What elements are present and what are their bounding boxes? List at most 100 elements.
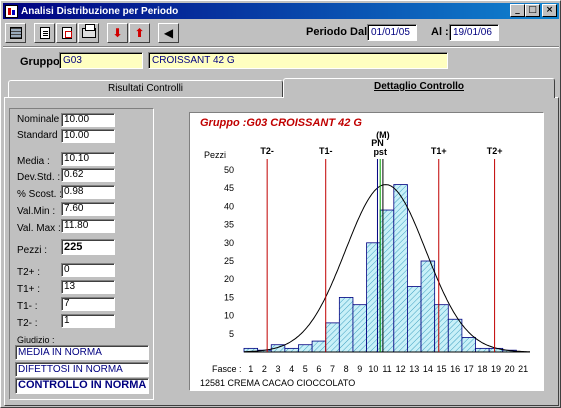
y-tick-label: 35 <box>224 220 234 230</box>
x-tick-label: 4 <box>289 364 294 374</box>
x-tick-label: 9 <box>357 364 362 374</box>
marker-label: T1- <box>319 146 333 156</box>
t2plus-label: T2+ : <box>17 267 41 278</box>
histogram-bar <box>366 242 381 353</box>
x-tick-label: 12 <box>396 364 406 374</box>
giudizio-media: MEDIA IN NORMA <box>15 345 149 360</box>
periodo-dal-label: Periodo Dal : <box>306 26 374 38</box>
exit-button[interactable]: ◀ <box>158 23 179 43</box>
histogram-bar <box>379 209 395 353</box>
histogram-bar <box>420 260 436 353</box>
marker-label: T1+ <box>431 146 447 156</box>
y-tick-label: 45 <box>224 183 234 193</box>
tab-risultati-controlli[interactable]: Risultati Controlli <box>8 80 283 98</box>
val-max-field: 11.80 <box>61 219 115 233</box>
gruppo-code-field[interactable]: G03 <box>59 52 143 69</box>
dev-std-label: Dev.Std. : <box>17 172 61 183</box>
app-window: Analisi Distribuzione per Periodo _ □ × … <box>0 0 561 408</box>
grid-view-button[interactable] <box>5 23 26 43</box>
maximize-button[interactable]: □ <box>525 4 540 17</box>
val-min-label: Val.Min : <box>17 206 56 217</box>
histogram-bar <box>325 322 340 353</box>
gruppo-description-field[interactable]: CROISSANT 42 G <box>148 52 448 69</box>
histogram-bar <box>461 337 476 353</box>
periodo-al-label: Al : <box>431 26 449 38</box>
marker-label: T2+ <box>487 146 503 156</box>
document-button[interactable] <box>34 23 55 43</box>
t1plus-field: 13 <box>61 280 115 294</box>
y-tick-label: 40 <box>224 201 234 211</box>
x-tick-label: 1 <box>248 364 253 374</box>
arrow-up-icon: ⬆ <box>134 26 145 40</box>
periodo-dal-field[interactable]: 01/01/05 <box>367 24 417 41</box>
giudizio-controllo: CONTROLLO IN NORMA <box>15 378 149 394</box>
media-label: Media : <box>17 156 50 167</box>
nominale-label: Nominale : <box>17 114 65 125</box>
x-tick-label: 14 <box>423 364 433 374</box>
histogram-bar <box>311 340 327 353</box>
move-up-button[interactable]: ⬆ <box>129 23 150 43</box>
media-field: 10.10 <box>61 152 115 166</box>
x-tick-label: 7 <box>330 364 335 374</box>
x-tick-label: 8 <box>344 364 349 374</box>
t1plus-label: T1+ : <box>17 284 41 295</box>
x-tick-label: 17 <box>464 364 474 374</box>
move-down-button[interactable]: ⬇ <box>107 23 128 43</box>
x-tick-label: 19 <box>491 364 501 374</box>
x-tick-label: 13 <box>409 364 419 374</box>
histogram-bar <box>352 304 367 353</box>
print-button[interactable] <box>78 23 99 43</box>
standard-label: Standard : <box>17 130 64 141</box>
report-icon <box>61 27 72 39</box>
minimize-button[interactable]: _ <box>510 4 525 17</box>
histogram-bar <box>284 347 299 353</box>
exit-icon: ◀ <box>163 26 174 40</box>
toolbar: ⬇ ⬆ ◀ <box>5 22 180 44</box>
marker-label: T2- <box>260 146 274 156</box>
pezzi-label: Pezzi : <box>17 245 48 256</box>
histogram-chart: Gruppo :G03 CROISSANT 42 G Pezzi 5 10 15 20 2… <box>189 112 544 391</box>
scost-label: % Scost. : <box>17 189 63 200</box>
x-axis-label: Fasce : <box>212 364 242 374</box>
x-tick-label: 2 <box>262 364 267 374</box>
t2plus-field: 0 <box>61 263 115 277</box>
periodo-al-field[interactable]: 19/01/06 <box>449 24 499 41</box>
histogram-bar <box>407 286 422 353</box>
x-tick-label: 10 <box>368 364 378 374</box>
x-tick-label: 6 <box>316 364 321 374</box>
standard-field: 10.00 <box>61 129 115 143</box>
x-tick-label: 20 <box>505 364 515 374</box>
y-tick-label: 10 <box>224 311 234 321</box>
grid-view-icon <box>9 27 22 39</box>
y-tick-label: 15 <box>224 292 234 302</box>
x-tick-label: 18 <box>477 364 487 374</box>
tab-dettaglio-controllo[interactable]: Dettaglio Controllo <box>283 78 555 98</box>
window-title: Analisi Distribuzione per Periodo <box>21 5 179 17</box>
report-button[interactable] <box>56 23 77 43</box>
divider <box>3 46 559 48</box>
val-max-label: Val. Max : <box>17 223 61 234</box>
scost-field: 0.98 <box>61 185 115 199</box>
x-tick-label: 16 <box>450 364 460 374</box>
app-icon <box>5 4 18 18</box>
x-tick-label: 15 <box>436 364 446 374</box>
marker-label: (M) <box>376 130 390 140</box>
histogram-bar <box>338 296 354 353</box>
printer-icon <box>81 24 96 38</box>
y-tick-label: 5 <box>229 329 234 339</box>
pezzi-field: 225 <box>61 239 115 255</box>
giudizio-label: Giudizio : <box>17 335 55 345</box>
x-tick-label: 5 <box>303 364 308 374</box>
close-button[interactable]: × <box>542 4 557 17</box>
nominale-field: 10.00 <box>61 113 115 127</box>
y-tick-label: 25 <box>224 256 234 266</box>
y-axis-label: Pezzi <box>204 150 226 160</box>
histogram-svg: Pezzi5101520253035404550Fasce :123456789… <box>204 130 530 374</box>
document-icon <box>39 27 50 39</box>
histogram-bar <box>475 347 490 353</box>
marker-label: pst <box>373 147 387 157</box>
title-bar[interactable]: Analisi Distribuzione per Periodo _ □ × <box>3 3 559 19</box>
histogram-bar <box>447 318 463 353</box>
histogram-bar <box>298 344 313 353</box>
t1minus-label: T1- : <box>17 301 38 312</box>
